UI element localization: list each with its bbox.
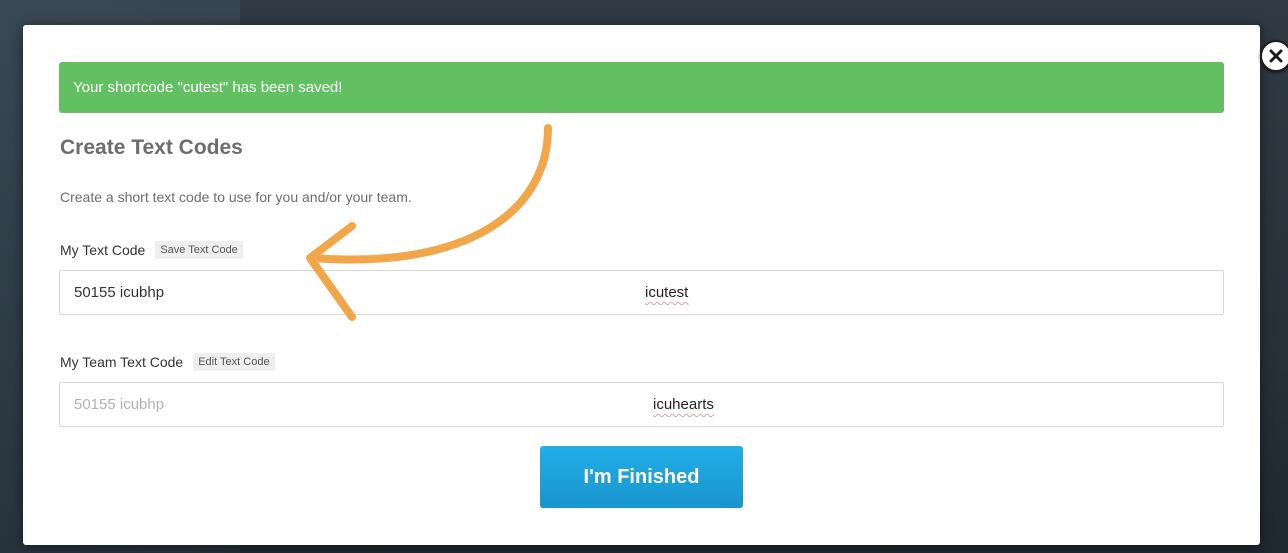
team-text-code-prefix: 50155 icubhp bbox=[74, 396, 165, 413]
save-text-code-button[interactable]: Save Text Code bbox=[155, 241, 243, 259]
page-title: Create Text Codes bbox=[60, 136, 243, 159]
success-alert: Your shortcode "cutest" has been saved! bbox=[59, 62, 1224, 113]
my-text-code-prefix: 50155 icubhp bbox=[74, 284, 165, 301]
team-text-code-label-row: My Team Text Code Edit Text Code bbox=[60, 353, 275, 371]
create-text-codes-modal: Your shortcode "cutest" has been saved! … bbox=[23, 25, 1288, 545]
my-text-code-input[interactable]: 50155 icubhp icutest bbox=[59, 270, 1224, 315]
page-description: Create a short text code to use for you … bbox=[60, 189, 412, 205]
team-text-code-value[interactable]: icuhearts bbox=[653, 383, 714, 426]
team-text-code-input[interactable]: 50155 icubhp icuhearts bbox=[59, 382, 1224, 427]
team-text-code-label: My Team Text Code bbox=[60, 354, 184, 370]
close-button[interactable] bbox=[1260, 40, 1288, 72]
edit-text-code-button[interactable]: Edit Text Code bbox=[193, 353, 275, 371]
my-text-code-value[interactable]: icutest bbox=[645, 271, 688, 314]
finished-button[interactable]: I'm Finished bbox=[540, 446, 743, 508]
success-alert-message: Your shortcode "cutest" has been saved! bbox=[73, 79, 343, 96]
my-text-code-label: My Text Code bbox=[60, 242, 146, 258]
close-icon bbox=[1269, 49, 1283, 63]
my-text-code-label-row: My Text Code Save Text Code bbox=[60, 241, 243, 259]
